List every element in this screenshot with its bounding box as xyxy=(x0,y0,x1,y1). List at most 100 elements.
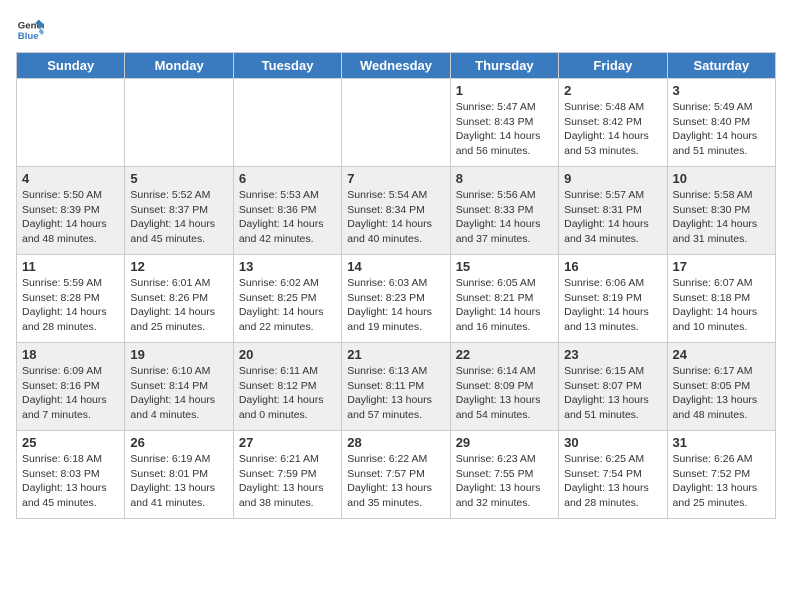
day-cell: 22 Sunrise: 6:14 AM Sunset: 8:09 PM Dayli… xyxy=(450,343,558,431)
day-number: 2 xyxy=(564,83,661,98)
day-info: Sunrise: 6:25 AM Sunset: 7:54 PM Dayligh… xyxy=(564,452,661,511)
day-info: Sunrise: 5:54 AM Sunset: 8:34 PM Dayligh… xyxy=(347,188,444,247)
day-number: 3 xyxy=(673,83,770,98)
day-cell: 10 Sunrise: 5:58 AM Sunset: 8:30 PM Dayli… xyxy=(667,167,775,255)
day-number: 21 xyxy=(347,347,444,362)
day-cell xyxy=(233,79,341,167)
day-number: 20 xyxy=(239,347,336,362)
day-number: 24 xyxy=(673,347,770,362)
weekday-header-thursday: Thursday xyxy=(450,53,558,79)
day-info: Sunrise: 6:17 AM Sunset: 8:05 PM Dayligh… xyxy=(673,364,770,423)
day-number: 4 xyxy=(22,171,119,186)
week-row-2: 4 Sunrise: 5:50 AM Sunset: 8:39 PM Daylig… xyxy=(17,167,776,255)
day-number: 7 xyxy=(347,171,444,186)
day-number: 10 xyxy=(673,171,770,186)
day-number: 1 xyxy=(456,83,553,98)
day-info: Sunrise: 6:23 AM Sunset: 7:55 PM Dayligh… xyxy=(456,452,553,511)
weekday-header-friday: Friday xyxy=(559,53,667,79)
day-cell: 11 Sunrise: 5:59 AM Sunset: 8:28 PM Dayli… xyxy=(17,255,125,343)
day-info: Sunrise: 5:49 AM Sunset: 8:40 PM Dayligh… xyxy=(673,100,770,159)
day-info: Sunrise: 6:18 AM Sunset: 8:03 PM Dayligh… xyxy=(22,452,119,511)
day-info: Sunrise: 6:10 AM Sunset: 8:14 PM Dayligh… xyxy=(130,364,227,423)
day-number: 12 xyxy=(130,259,227,274)
day-cell: 31 Sunrise: 6:26 AM Sunset: 7:52 PM Dayli… xyxy=(667,431,775,519)
day-number: 13 xyxy=(239,259,336,274)
day-cell: 16 Sunrise: 6:06 AM Sunset: 8:19 PM Dayli… xyxy=(559,255,667,343)
day-info: Sunrise: 6:26 AM Sunset: 7:52 PM Dayligh… xyxy=(673,452,770,511)
logo: General Blue xyxy=(16,16,44,44)
calendar-table: SundayMondayTuesdayWednesdayThursdayFrid… xyxy=(16,52,776,519)
day-cell: 24 Sunrise: 6:17 AM Sunset: 8:05 PM Dayli… xyxy=(667,343,775,431)
day-number: 29 xyxy=(456,435,553,450)
day-number: 6 xyxy=(239,171,336,186)
day-cell: 14 Sunrise: 6:03 AM Sunset: 8:23 PM Dayli… xyxy=(342,255,450,343)
day-cell: 13 Sunrise: 6:02 AM Sunset: 8:25 PM Dayli… xyxy=(233,255,341,343)
day-info: Sunrise: 6:11 AM Sunset: 8:12 PM Dayligh… xyxy=(239,364,336,423)
day-info: Sunrise: 6:13 AM Sunset: 8:11 PM Dayligh… xyxy=(347,364,444,423)
day-cell: 2 Sunrise: 5:48 AM Sunset: 8:42 PM Daylig… xyxy=(559,79,667,167)
day-info: Sunrise: 6:05 AM Sunset: 8:21 PM Dayligh… xyxy=(456,276,553,335)
day-cell: 5Sunrise: 5:52 AM Sunset: 8:37 PM Daylig… xyxy=(125,167,233,255)
day-number: 11 xyxy=(22,259,119,274)
day-number: 27 xyxy=(239,435,336,450)
weekday-header-saturday: Saturday xyxy=(667,53,775,79)
day-cell: 12 Sunrise: 6:01 AM Sunset: 8:26 PM Dayli… xyxy=(125,255,233,343)
weekday-header-row: SundayMondayTuesdayWednesdayThursdayFrid… xyxy=(17,53,776,79)
day-number: 14 xyxy=(347,259,444,274)
weekday-header-wednesday: Wednesday xyxy=(342,53,450,79)
day-cell: 21 Sunrise: 6:13 AM Sunset: 8:11 PM Dayli… xyxy=(342,343,450,431)
day-info: Sunrise: 6:15 AM Sunset: 8:07 PM Dayligh… xyxy=(564,364,661,423)
day-cell: 19 Sunrise: 6:10 AM Sunset: 8:14 PM Dayli… xyxy=(125,343,233,431)
day-cell: 26Sunrise: 6:19 AM Sunset: 8:01 PM Dayli… xyxy=(125,431,233,519)
day-number: 9 xyxy=(564,171,661,186)
day-cell xyxy=(342,79,450,167)
weekday-header-tuesday: Tuesday xyxy=(233,53,341,79)
day-info: Sunrise: 5:53 AM Sunset: 8:36 PM Dayligh… xyxy=(239,188,336,247)
day-info: Sunrise: 6:06 AM Sunset: 8:19 PM Dayligh… xyxy=(564,276,661,335)
day-info: Sunrise: 5:56 AM Sunset: 8:33 PM Dayligh… xyxy=(456,188,553,247)
day-cell: 29 Sunrise: 6:23 AM Sunset: 7:55 PM Dayli… xyxy=(450,431,558,519)
day-cell: 3 Sunrise: 5:49 AM Sunset: 8:40 PM Daylig… xyxy=(667,79,775,167)
day-number: 26 xyxy=(130,435,227,450)
day-info: Sunrise: 6:03 AM Sunset: 8:23 PM Dayligh… xyxy=(347,276,444,335)
day-cell: 1 Sunrise: 5:47 AM Sunset: 8:43 PM Daylig… xyxy=(450,79,558,167)
day-cell xyxy=(125,79,233,167)
day-cell: 30 Sunrise: 6:25 AM Sunset: 7:54 PM Dayli… xyxy=(559,431,667,519)
day-number: 8 xyxy=(456,171,553,186)
day-number: 23 xyxy=(564,347,661,362)
day-cell: 9 Sunrise: 5:57 AM Sunset: 8:31 PM Daylig… xyxy=(559,167,667,255)
day-cell: 23 Sunrise: 6:15 AM Sunset: 8:07 PM Dayli… xyxy=(559,343,667,431)
day-info: Sunrise: 6:09 AM Sunset: 8:16 PM Dayligh… xyxy=(22,364,119,423)
day-cell: 20 Sunrise: 6:11 AM Sunset: 8:12 PM Dayli… xyxy=(233,343,341,431)
day-info: Sunrise: 5:50 AM Sunset: 8:39 PM Dayligh… xyxy=(22,188,119,247)
day-info: Sunrise: 5:57 AM Sunset: 8:31 PM Dayligh… xyxy=(564,188,661,247)
day-cell: 6 Sunrise: 5:53 AM Sunset: 8:36 PM Daylig… xyxy=(233,167,341,255)
day-number: 16 xyxy=(564,259,661,274)
day-info: Sunrise: 5:59 AM Sunset: 8:28 PM Dayligh… xyxy=(22,276,119,335)
weekday-header-sunday: Sunday xyxy=(17,53,125,79)
week-row-4: 18 Sunrise: 6:09 AM Sunset: 8:16 PM Dayli… xyxy=(17,343,776,431)
day-info: Sunrise: 5:47 AM Sunset: 8:43 PM Dayligh… xyxy=(456,100,553,159)
day-number: 15 xyxy=(456,259,553,274)
day-info: Sunrise: 6:01 AM Sunset: 8:26 PM Dayligh… xyxy=(130,276,227,335)
day-cell: 15 Sunrise: 6:05 AM Sunset: 8:21 PM Dayli… xyxy=(450,255,558,343)
day-info: Sunrise: 6:02 AM Sunset: 8:25 PM Dayligh… xyxy=(239,276,336,335)
day-number: 19 xyxy=(130,347,227,362)
day-number: 18 xyxy=(22,347,119,362)
day-cell: 18 Sunrise: 6:09 AM Sunset: 8:16 PM Dayli… xyxy=(17,343,125,431)
day-number: 5 xyxy=(130,171,227,186)
day-number: 17 xyxy=(673,259,770,274)
svg-text:Blue: Blue xyxy=(18,31,39,42)
day-cell: 8 Sunrise: 5:56 AM Sunset: 8:33 PM Daylig… xyxy=(450,167,558,255)
day-info: Sunrise: 5:48 AM Sunset: 8:42 PM Dayligh… xyxy=(564,100,661,159)
day-info: Sunrise: 6:14 AM Sunset: 8:09 PM Dayligh… xyxy=(456,364,553,423)
day-number: 31 xyxy=(673,435,770,450)
day-cell: 17 Sunrise: 6:07 AM Sunset: 8:18 PM Dayli… xyxy=(667,255,775,343)
header: General Blue xyxy=(16,16,776,44)
day-cell xyxy=(17,79,125,167)
day-number: 22 xyxy=(456,347,553,362)
day-cell: 7 Sunrise: 5:54 AM Sunset: 8:34 PM Daylig… xyxy=(342,167,450,255)
day-info: Sunrise: 5:58 AM Sunset: 8:30 PM Dayligh… xyxy=(673,188,770,247)
day-info: Sunrise: 6:07 AM Sunset: 8:18 PM Dayligh… xyxy=(673,276,770,335)
day-number: 30 xyxy=(564,435,661,450)
